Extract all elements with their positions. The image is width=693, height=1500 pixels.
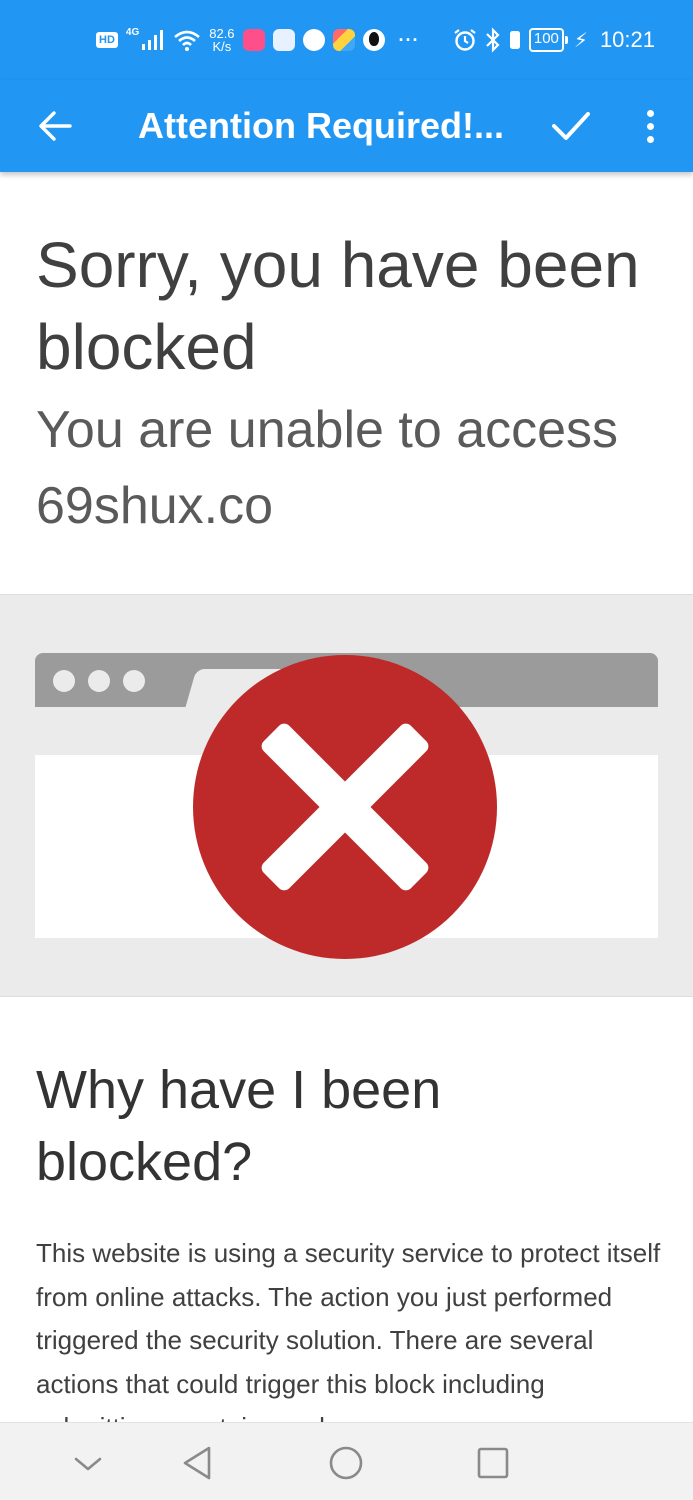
battery-icon: 100	[528, 28, 568, 52]
blocked-illustration	[0, 594, 693, 997]
page-title: Attention Required!...	[138, 105, 504, 146]
app-icon	[332, 29, 355, 51]
alarm-icon	[454, 29, 476, 51]
why-blocked-heading: Why have I been blocked?	[36, 1060, 442, 1192]
menu-dot	[646, 135, 654, 143]
blocked-headline: Sorry, you have been blocked	[36, 229, 640, 383]
web-content[interactable]: Sorry, you have been blocked You are una…	[0, 172, 693, 1422]
home-circle-icon[interactable]	[324, 1441, 368, 1485]
more-vert-icon[interactable]	[634, 100, 666, 152]
back-triangle-icon[interactable]	[176, 1441, 220, 1485]
wifi-icon	[174, 30, 201, 51]
speed-unit: K/s	[212, 39, 232, 54]
window-dot	[123, 670, 145, 692]
check-icon[interactable]	[548, 102, 594, 148]
status-bar: HD 4G 82.6 K/s ··· 100 ⚡︎ 10:21	[0, 0, 693, 80]
clock: 10:21	[599, 27, 655, 52]
recents-square-icon[interactable]	[471, 1441, 515, 1485]
charging-icon: ⚡︎	[573, 29, 588, 52]
chevron-down-icon[interactable]	[66, 1441, 110, 1485]
signal-icon	[142, 30, 164, 50]
blocked-x-icon	[193, 655, 497, 959]
screen: HD 4G 82.6 K/s ··· 100 ⚡︎ 10:21 Attentio…	[0, 0, 693, 1500]
window-dot	[88, 670, 110, 692]
mail-icon	[272, 29, 295, 51]
arrow-back-icon[interactable]	[34, 104, 78, 148]
bluetooth-icon	[486, 27, 500, 53]
status-left: HD 4G 82.6 K/s ···	[96, 22, 420, 58]
network-type: 4G	[125, 26, 140, 38]
more-notifications: ···	[398, 29, 420, 50]
system-nav-bar	[0, 1422, 693, 1500]
app-bar: Attention Required!...	[0, 80, 693, 172]
menu-dot	[646, 109, 654, 117]
vibrate-battery-icon	[509, 31, 520, 49]
app-icon	[242, 29, 265, 51]
status-right: 100 ⚡︎ 10:21	[453, 22, 655, 58]
browser-icon	[302, 29, 325, 51]
menu-dot	[646, 122, 654, 130]
network-speed: 82.6 K/s	[209, 27, 234, 53]
blocked-subheadline: You are unable to access 69shux.co	[36, 401, 619, 535]
qq-icon	[362, 29, 385, 51]
window-dot	[53, 670, 75, 692]
why-blocked-text: This website is using a security service…	[36, 1238, 661, 1422]
hd-badge: HD	[96, 32, 118, 48]
